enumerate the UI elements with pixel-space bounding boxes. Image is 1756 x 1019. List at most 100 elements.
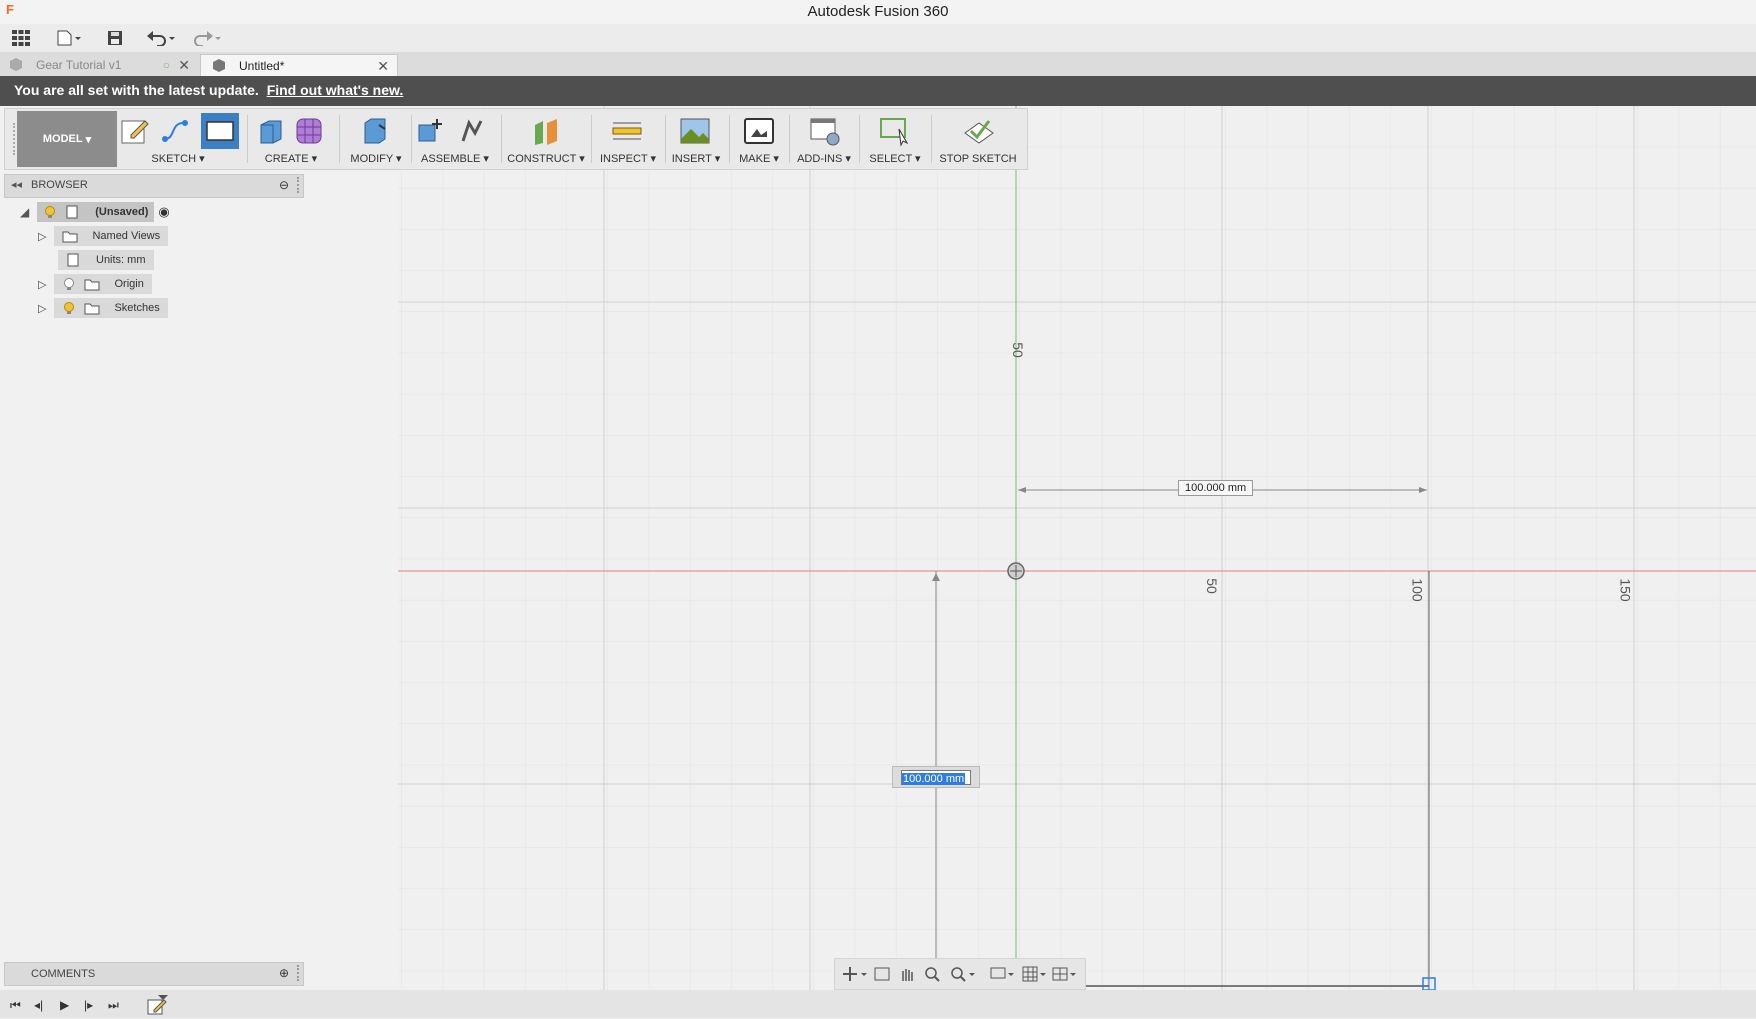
data-panel-grid-icon[interactable] — [10, 28, 32, 48]
play-icon[interactable]: ▶ — [60, 998, 69, 1012]
folder-icon — [84, 279, 100, 291]
rectangle-tool-icon[interactable] — [201, 113, 239, 149]
pan-hand-icon[interactable] — [897, 963, 917, 985]
workspace-label: MODEL — [42, 133, 83, 145]
grid-snap-icon[interactable] — [1019, 963, 1049, 985]
inspect-group[interactable]: INSPECT ▾ — [593, 109, 663, 169]
undo-icon[interactable] — [144, 28, 178, 48]
add-ins-group[interactable]: ADD-INS ▾ — [791, 109, 857, 169]
modify-group[interactable]: MODIFY ▾ — [343, 109, 409, 169]
group-label-insert: INSERT — [671, 153, 712, 165]
navigation-bar — [834, 958, 1086, 990]
folder-icon — [84, 303, 100, 315]
offset-plane-icon[interactable] — [531, 115, 563, 147]
go-to-end-icon[interactable]: ⏭ — [108, 998, 119, 1013]
line-tool-icon[interactable] — [161, 115, 193, 147]
joint-icon[interactable] — [457, 115, 489, 147]
close-icon[interactable]: ✕ — [178, 57, 190, 74]
workspace-switcher[interactable]: MODEL ▾ — [17, 111, 117, 167]
stop-sketch-group[interactable]: STOP SKETCH — [933, 109, 1023, 169]
tree-item-origin[interactable]: ▷ Origin — [38, 274, 152, 294]
create-group[interactable]: CREATE ▾ — [251, 109, 331, 169]
step-back-icon[interactable]: ◂| — [34, 998, 43, 1012]
whats-new-link[interactable]: Find out what's new. — [267, 82, 404, 98]
collapse-left-icon[interactable]: ◂◂ — [11, 178, 22, 191]
comments-panel-header[interactable]: COMMENTS ⊕ — [4, 962, 304, 986]
tree-item-sketches[interactable]: ▷ Sketches — [38, 298, 168, 318]
group-label-create: CREATE — [264, 153, 309, 165]
visibility-bulb-off-icon[interactable] — [62, 277, 76, 291]
group-label-construct: CONSTRUCT — [507, 153, 577, 165]
browser-title: BROWSER — [31, 179, 88, 191]
tab-label: Gear Tutorial v1 — [36, 58, 122, 72]
document-tab-strip: Gear Tutorial v1 ○ ✕ Untitled* ✕ — [0, 52, 1756, 77]
tree-root[interactable]: ◢ (Unsaved) ◉ — [20, 202, 170, 222]
select-group[interactable]: SELECT ▾ — [861, 109, 929, 169]
sketch-timeline-marker-icon[interactable] — [146, 994, 170, 1019]
go-to-start-icon[interactable]: ⏮ — [10, 998, 21, 1013]
tree-item-label: Origin — [114, 278, 144, 290]
look-at-icon[interactable] — [873, 963, 893, 985]
minimize-icon[interactable]: ⊖ — [279, 178, 289, 192]
browser-panel-header[interactable]: ◂◂ BROWSER ⊖ — [4, 174, 304, 198]
measure-icon[interactable] — [611, 115, 643, 147]
create-sketch-icon[interactable] — [119, 115, 151, 147]
component-icon — [211, 58, 227, 75]
document-icon — [66, 205, 78, 219]
viewports-icon[interactable] — [1051, 963, 1081, 985]
make-group[interactable]: MAKE ▾ — [731, 109, 787, 169]
sketch-group[interactable]: SKETCH ▾ — [113, 109, 243, 169]
group-label-assemble: ASSEMBLE — [421, 153, 481, 165]
expand-triangle-icon[interactable]: ▷ — [38, 302, 46, 315]
component-icon — [8, 57, 24, 74]
step-forward-icon[interactable]: |▸ — [84, 998, 93, 1012]
new-component-icon[interactable] — [415, 115, 447, 147]
folder-icon — [62, 231, 78, 243]
collapse-triangle-icon[interactable]: ◢ — [20, 205, 29, 219]
tab-gear-tutorial[interactable]: Gear Tutorial v1 ○ ✕ — [8, 54, 198, 76]
panel-grip[interactable] — [297, 965, 301, 981]
expand-triangle-icon[interactable]: ▷ — [38, 230, 46, 243]
select-icon[interactable] — [879, 115, 911, 147]
extrude-icon[interactable] — [255, 115, 287, 147]
stop-sketch-icon[interactable] — [963, 115, 995, 147]
tab-label: Untitled* — [239, 59, 285, 73]
display-settings-icon[interactable] — [987, 963, 1017, 985]
insert-image-icon[interactable] — [679, 115, 711, 147]
panel-grip[interactable] — [297, 177, 301, 193]
dimension-input[interactable]: 100.000 mm — [902, 773, 966, 785]
tree-item-named-views[interactable]: ▷ Named Views — [38, 226, 169, 246]
orbit-icon[interactable] — [839, 963, 869, 985]
save-icon[interactable] — [104, 28, 126, 48]
activate-radio-icon[interactable]: ◉ — [158, 204, 169, 220]
root-label: (Unsaved) — [95, 206, 149, 218]
expand-triangle-icon[interactable]: ▷ — [38, 278, 46, 291]
title-bar: F Autodesk Fusion 360 — [0, 0, 1756, 24]
tree-item-units[interactable]: Units: mm — [58, 250, 154, 270]
insert-group[interactable]: INSERT ▾ — [667, 109, 725, 169]
quick-access-toolbar — [0, 24, 1756, 53]
fit-zoom-icon[interactable] — [949, 963, 977, 985]
horizontal-dimension[interactable]: 100.000 mm — [1178, 480, 1254, 496]
axis-label-y50: 50 — [1009, 342, 1026, 358]
axis-label-x100: 100 — [1409, 578, 1426, 602]
tab-untitled[interactable]: Untitled* ✕ — [200, 54, 398, 77]
scripts-addins-icon[interactable] — [809, 115, 841, 147]
press-pull-icon[interactable] — [359, 115, 391, 147]
close-icon[interactable]: ✕ — [377, 58, 389, 75]
form-icon[interactable] — [293, 115, 325, 147]
visibility-bulb-icon[interactable] — [62, 301, 76, 315]
design-canvas[interactable]: 50 100 50 100 150 100.000 mm 100.000 mm — [398, 106, 1756, 990]
timeline-bar: ⏮ ◂| ▶ |▸ ⏭ — [0, 990, 1756, 1018]
group-label-stop-sketch: STOP SKETCH — [939, 153, 1017, 165]
main-toolbar: MODEL ▾ SKETCH ▾ CREATE ▾ MODIFY ▾ ASSEM… — [4, 108, 1028, 170]
assemble-group[interactable]: ASSEMBLE ▾ — [413, 109, 497, 169]
file-menu-icon[interactable] — [54, 28, 84, 48]
3d-print-icon[interactable] — [743, 115, 775, 147]
construct-group[interactable]: CONSTRUCT ▾ — [503, 109, 589, 169]
update-banner: You are all set with the latest update. … — [0, 76, 1756, 106]
zoom-icon[interactable] — [923, 963, 943, 985]
visibility-bulb-icon[interactable] — [43, 205, 57, 219]
redo-icon[interactable] — [190, 28, 224, 48]
add-comment-icon[interactable]: ⊕ — [279, 966, 289, 980]
